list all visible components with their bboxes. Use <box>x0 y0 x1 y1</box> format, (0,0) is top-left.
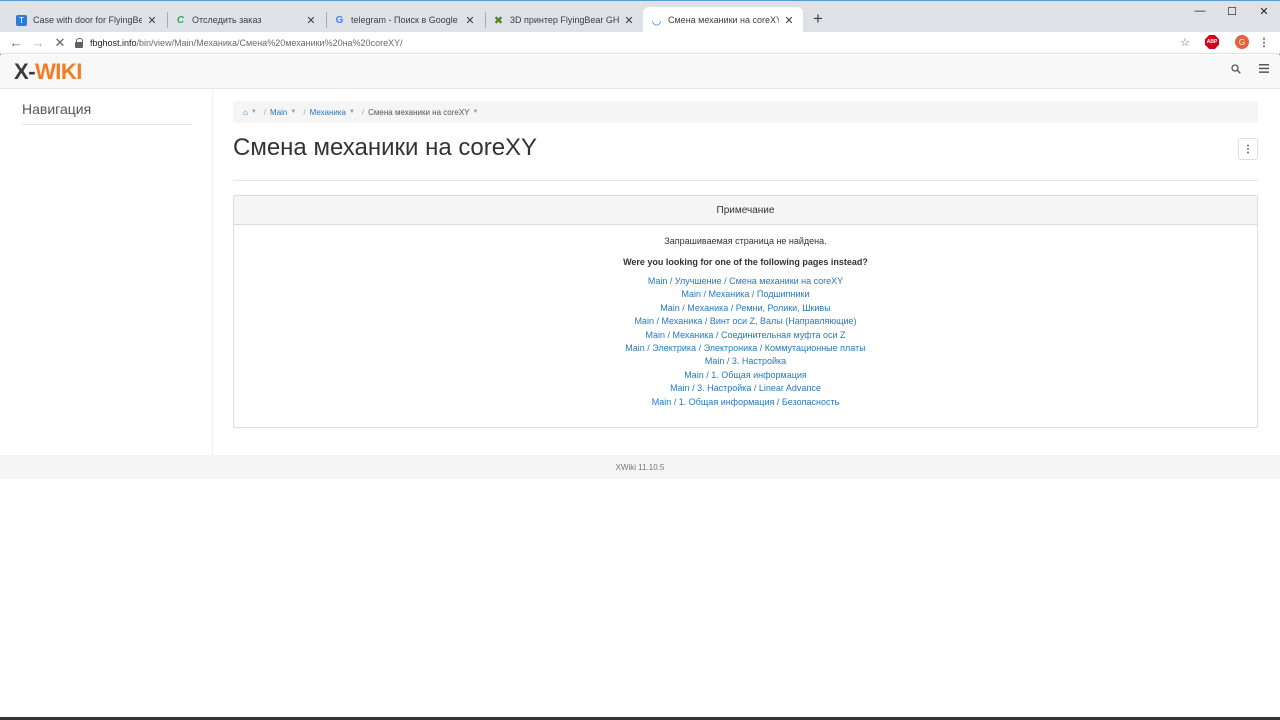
close-icon[interactable]: ✕ <box>623 14 635 27</box>
back-icon[interactable]: ← <box>8 34 24 51</box>
suggestion-link[interactable]: Main / Механика / Ремни, Ролики, Шкивы <box>234 302 1257 315</box>
suggestion-link[interactable]: Main / 3. Настройка / Linear Advance <box>234 382 1257 395</box>
suggestion-link[interactable]: Main / Механика / Подшипники <box>234 288 1257 301</box>
tab-title: Смена механики на coreXY - XW <box>668 15 779 25</box>
browser-tab-2[interactable]: C Отследить заказ ✕ <box>167 7 325 33</box>
chevron-down-icon[interactable]: ▼ <box>473 109 479 115</box>
notice-heading: Примечание <box>234 196 1257 225</box>
close-icon[interactable]: ✕ <box>305 14 317 27</box>
xwiki-logo[interactable]: X-WIKI <box>14 59 82 85</box>
notice-body: Запрашиваемая страница не найдена. Were … <box>234 225 1257 409</box>
breadcrumb-item-current: Смена механики на coreXY <box>368 107 470 117</box>
notice-box: Примечание Запрашиваемая страница не най… <box>233 195 1258 428</box>
close-icon[interactable]: ✕ <box>783 14 795 27</box>
new-tab-button[interactable]: + <box>810 10 826 28</box>
xwiki-page: X-WIKI Навигация ⌂ ▼ / Main ▼ / Механика… <box>0 55 1280 720</box>
browser-toolbar: ← → ✕ fbghost.info/bin/view/Main/Механик… <box>0 32 1280 54</box>
menu-dots-icon[interactable]: ⋮ <box>1256 35 1272 51</box>
tab-title: Case with door for FlyingBear Gh <box>33 15 142 25</box>
minimize-icon[interactable]: — <box>1184 5 1216 17</box>
footer-version: XWiki 11.10.5 <box>0 455 1280 479</box>
maximize-icon[interactable]: ☐ <box>1216 5 1248 18</box>
close-icon[interactable]: ✕ <box>146 14 158 27</box>
divider <box>22 124 192 125</box>
breadcrumb: ⌂ ▼ / Main ▼ / Механика ▼ / Смена механи… <box>233 101 1258 123</box>
window-close-icon[interactable]: ✕ <box>1248 5 1280 18</box>
suggestion-link[interactable]: Main / Механика / Соединительная муфта о… <box>234 329 1257 342</box>
chevron-down-icon[interactable]: ▼ <box>349 109 355 115</box>
browser-tab-4[interactable]: ✖ 3D принтер FlyingBear GHOST 5 ✕ <box>485 7 643 33</box>
tab-title: telegram - Поиск в Google <box>351 15 458 25</box>
loading-icon: ◡ <box>651 14 662 27</box>
divider <box>233 180 1258 181</box>
suggestions-heading: Were you looking for one of the followin… <box>623 257 868 267</box>
browser-tabstrip: T Case with door for FlyingBear Gh ✕ C О… <box>0 0 1280 33</box>
forward-icon[interactable]: → <box>30 34 46 51</box>
bookmark-star-icon[interactable]: ☆ <box>1177 35 1193 51</box>
navigation-panel-title: Навигация <box>22 101 92 117</box>
close-icon[interactable]: ✕ <box>464 14 476 27</box>
chevron-down-icon[interactable]: ▼ <box>290 109 296 115</box>
not-found-message: Запрашиваемая страница не найдена. <box>664 236 827 246</box>
page-title: Смена механики на coreXY <box>233 134 538 161</box>
stop-icon[interactable]: ✕ <box>52 34 68 51</box>
suggestion-link[interactable]: Main / Механика / Винт оси Z, Валы (Напр… <box>234 315 1257 328</box>
left-panel: Навигация <box>0 90 213 455</box>
tracking-icon: C <box>176 14 185 26</box>
tab-title: 3D принтер FlyingBear GHOST 5 <box>510 15 619 25</box>
chevron-down-icon[interactable]: ▼ <box>251 109 257 115</box>
url-path: /bin/view/Main/Механика/Смена%20механики… <box>136 38 403 48</box>
home-icon[interactable]: ⌂ <box>243 108 248 117</box>
google-icon: G <box>335 14 344 26</box>
browser-tab-5-active[interactable]: ◡ Смена механики на coreXY - XW ✕ <box>643 7 803 33</box>
suggestion-link[interactable]: Main / Электрика / Электроника / Коммута… <box>234 342 1257 355</box>
search-icon[interactable] <box>1228 64 1244 77</box>
lock-icon <box>74 38 84 48</box>
xwiki-header: X-WIKI <box>0 55 1280 89</box>
browser-tab-1[interactable]: T Case with door for FlyingBear Gh ✕ <box>8 7 166 33</box>
url-host: fbghost.info <box>90 38 137 48</box>
hamburger-menu-icon[interactable] <box>1256 64 1272 76</box>
suggestion-link[interactable]: Main / 1. Общая информация / Безопасност… <box>234 396 1257 409</box>
more-actions-button[interactable]: ⋮ <box>1238 138 1258 160</box>
tab-title: Отследить заказ <box>192 15 262 25</box>
tools-icon: ✖ <box>493 14 504 27</box>
suggestion-link[interactable]: Main / Улучшение / Смена механики на cor… <box>234 275 1257 288</box>
suggestion-link[interactable]: Main / 3. Настройка <box>234 355 1257 368</box>
breadcrumb-item-main[interactable]: Main <box>270 108 287 117</box>
thingiverse-icon: T <box>16 14 27 26</box>
suggestion-link[interactable]: Main / 1. Общая информация <box>234 369 1257 382</box>
address-bar[interactable]: fbghost.info/bin/view/Main/Механика/Смен… <box>74 34 1194 52</box>
breadcrumb-item-mechanics[interactable]: Механика <box>310 108 346 117</box>
browser-tab-3[interactable]: G telegram - Поиск в Google ✕ <box>326 7 484 33</box>
avatar[interactable]: G <box>1235 35 1249 49</box>
